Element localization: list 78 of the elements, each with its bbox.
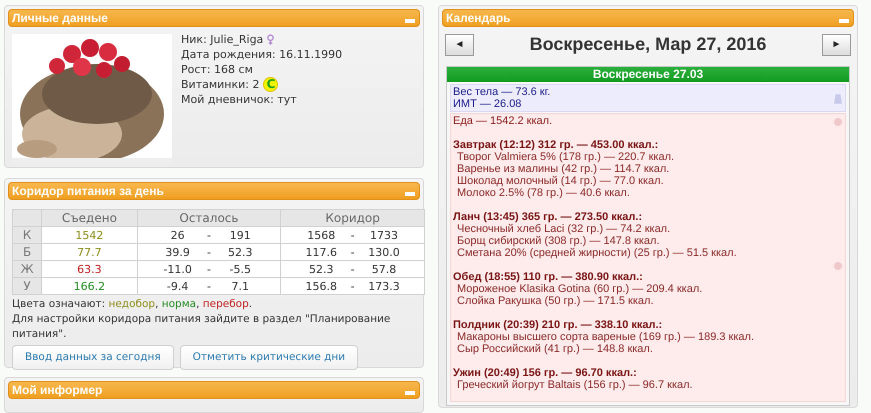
- meal-item: Сыр Российский (41 гр.) — 148.8 ккал.: [456, 343, 653, 355]
- profile-field: Витаминки: 2: [181, 77, 260, 92]
- meal-title: Обед (18:55) 110 гр. — 380.90 ккал.:: [453, 271, 643, 283]
- table-cell-text: 173.3: [367, 278, 401, 294]
- table-cell-text: 117.6: [304, 244, 338, 260]
- range-dash: -: [350, 228, 355, 242]
- profile-field: Дата рождения: 16.11.1990: [181, 47, 342, 62]
- table-cell-text: 57.8: [370, 262, 398, 276]
- table-cell-text: 191: [228, 228, 252, 242]
- table-cell-text: 26: [170, 228, 186, 242]
- meal-title: Полдник (20:39) 210 гр. — 338.10 ккал.:: [453, 319, 662, 331]
- meal-item: Чесночный хлеб Laci (32 гр.) — 74.2 ккал.: [456, 223, 670, 235]
- collapse-icon[interactable]: [839, 18, 849, 22]
- vitamin-badge: C: [263, 77, 278, 92]
- action-button[interactable]: Отметить критические дни: [180, 345, 358, 370]
- table-cell-text: -9.4: [166, 278, 190, 294]
- meal-item: Слойка Ракушка (50 гр.) — 171.5 ккал.: [456, 295, 654, 307]
- range-dash: -: [350, 278, 355, 294]
- table-cell-text: -11.0: [162, 262, 193, 276]
- meal-title: Ужин (20:49) 156 гр. — 96.70 ккал.:: [453, 367, 637, 379]
- meal-item: Сметана 20% (средней жирности) (25 гр.) — 51.5 ккал.: [456, 247, 737, 259]
- column-header: Осталось: [137, 210, 281, 226]
- panel-title: Личные данные: [12, 12, 108, 24]
- row-header: Б: [12, 244, 42, 260]
- range-dash: -: [206, 278, 211, 294]
- table-cell-text: 52.3: [308, 262, 335, 276]
- meal-title: Ланч (13:45) 365 гр. — 273.50 ккал.:: [453, 211, 642, 223]
- meal-item: Молоко 2.5% (78 гр.) — 40.6 ккал.: [456, 187, 630, 199]
- panel-title: Календарь: [446, 12, 511, 24]
- calendar-date: Воскресенье, Мар 27, 2016: [530, 33, 766, 56]
- table-cell-text: -5.5: [228, 262, 252, 276]
- table-cell-text: 156.8: [304, 278, 338, 294]
- row-header: К: [12, 226, 42, 244]
- eaten-cell: 63.3: [42, 260, 138, 278]
- table-cell-text: 52.3: [227, 244, 254, 260]
- corridor-note: Для настройки коридора питания зайдите в раздел "Планирование питания".: [12, 312, 392, 342]
- color-legend: Цвета означают: недобор, норма, перебор.: [12, 297, 252, 312]
- range-dash: -: [350, 262, 355, 276]
- weight-line: ИМТ — 26.08: [453, 98, 522, 110]
- meal-title: Завтрак (12:12) 312 гр. — 453.00 ккал.:: [453, 139, 658, 151]
- weight-line: Вес тела — 73.6 кг.: [453, 86, 550, 98]
- range-dash: -: [206, 228, 211, 242]
- female-icon: [267, 34, 274, 45]
- range-dash: -: [206, 244, 211, 260]
- panel-title: Мой информер: [12, 384, 102, 396]
- row-header: У: [12, 278, 42, 294]
- eaten-cell: 77.7: [42, 244, 138, 260]
- meal-item: Шоколад молочный (14 гр.) — 77.0 ккал.: [456, 175, 664, 187]
- meal-item: Макароны высшего сорта вареные (169 гр.) — 189.3 ккал.: [456, 331, 754, 343]
- table-cell-text: 1733: [368, 228, 399, 242]
- row-header: Ж: [12, 260, 42, 278]
- meal-item: Варенье из малины (42 гр.) — 114.7 ккал.: [456, 163, 670, 175]
- collapse-icon[interactable]: [405, 18, 415, 22]
- profile-field: Мой дневничок: тут: [181, 92, 297, 107]
- food-total: Еда — 1542.2 ккал.: [453, 115, 552, 127]
- eaten-cell: 166.2: [42, 278, 138, 294]
- panel-title: Коридор питания за день: [12, 185, 164, 197]
- meal-item: Мороженое Klasika Gotina (60 гр.) — 209.4 ккал.: [456, 283, 702, 295]
- range-dash: -: [206, 262, 211, 276]
- collapse-icon[interactable]: [405, 192, 415, 196]
- next-button[interactable]: ►: [822, 34, 851, 56]
- profile-field: Рост: 168 см: [181, 62, 253, 77]
- day-bar: Воскресенье 27.03: [447, 67, 849, 82]
- column-header: Съедено: [42, 210, 138, 226]
- table-cell-text: 7.1: [230, 278, 250, 294]
- eaten-cell: 1542: [42, 226, 138, 244]
- meal-item: Греческий йогрут Baltais (156 гр.) — 96.7 ккал.: [456, 379, 693, 391]
- action-button[interactable]: Ввод данных за сегодня: [12, 345, 174, 370]
- table-cell-text: 1568: [306, 228, 336, 242]
- table-cell-text: 39.9: [164, 244, 191, 260]
- profile-field: Ник: Julie_Riga: [181, 32, 264, 47]
- table-cell-text: 130.0: [367, 244, 401, 260]
- column-header: Коридор: [280, 210, 424, 226]
- meal-item: Творог Valmiera 5% (178 гр.) — 220.7 ккал.: [456, 151, 674, 163]
- collapse-icon[interactable]: [405, 390, 415, 394]
- range-dash: -: [350, 244, 355, 260]
- meal-item: Борщ сибирский (308 гр.) — 147.8 ккал.: [456, 235, 660, 247]
- previous-button[interactable]: ◄: [445, 34, 474, 56]
